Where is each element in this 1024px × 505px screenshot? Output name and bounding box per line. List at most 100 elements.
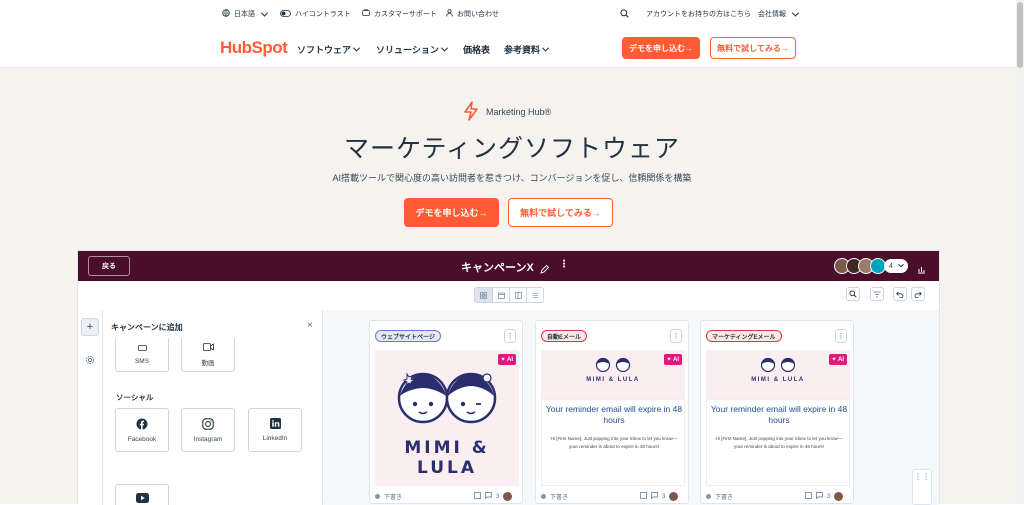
nav-demo-button[interactable]: デモを申し込む→ [622, 37, 700, 59]
status-dot [541, 494, 546, 499]
content-card-website[interactable]: ウェブサイトページ ⋮ ✦ AI MIMI & LULA 下書き 3 [369, 320, 523, 504]
avatar-count-menu[interactable]: 4 [884, 259, 908, 273]
comment-icon[interactable] [485, 492, 492, 501]
marketing-hub-icon [462, 101, 480, 126]
chevron-down-icon [440, 44, 448, 52]
search-button[interactable] [846, 287, 860, 301]
content-type-tag: 自動Eメール [541, 330, 588, 342]
redo-icon [914, 291, 922, 298]
more-icon[interactable]: ⋮ [504, 329, 516, 343]
calendar-view-icon[interactable] [492, 288, 509, 302]
sms-option[interactable]: SMS [115, 338, 169, 372]
more-icon[interactable]: ⋮ [835, 329, 847, 343]
content-card-marketing-email[interactable]: マーケティングEメール ⋮ ✦ AI MIMI & LULA Your remi… [700, 320, 854, 504]
back-button[interactable]: 戻る [88, 256, 130, 276]
nav-pricing[interactable]: 価格表 [463, 43, 490, 56]
instagram-icon [202, 417, 214, 432]
edit-icon[interactable] [640, 492, 647, 501]
email-body: Hi [First Name], Just popping into your … [550, 436, 678, 449]
campaign-title: キャンペーンX [461, 262, 534, 274]
email-preview: Your reminder email will expire in 48 ho… [541, 399, 685, 486]
card-meta: 3 [805, 492, 844, 501]
linkedin-label: LinkedIn [262, 435, 288, 442]
company-label: 会社情報 [758, 11, 786, 18]
search-button[interactable] [620, 9, 629, 20]
edit-icon[interactable] [474, 492, 481, 501]
chevron-down-icon [352, 44, 361, 52]
avatar [834, 492, 844, 501]
edit-icon[interactable] [540, 261, 550, 279]
search-icon [849, 290, 857, 298]
avatar [669, 492, 679, 501]
facebook-label: Facebook [127, 435, 157, 443]
content-type-tag: ウェブサイトページ [375, 330, 441, 342]
email-thumbnail: MIMI & LULA Your reminder email will exp… [541, 350, 685, 486]
redo-button[interactable] [911, 287, 925, 301]
avatar [503, 492, 513, 501]
content-card-automated-email[interactable]: 自動Eメール ⋮ ✦ AI MIMI & LULA Your reminder … [535, 320, 689, 504]
high-contrast-toggle[interactable]: ハイコントラスト [280, 9, 351, 19]
hero-demo-button[interactable]: デモを申し込む→ [404, 198, 499, 227]
nav-solutions[interactable]: ソリューション [376, 43, 448, 56]
hero-trial-button[interactable]: 無料で試してみる→ [508, 198, 613, 227]
comment-icon[interactable] [651, 492, 658, 501]
panel-title: キャンペーンに追加 [111, 323, 183, 332]
nav-software-label: ソフトウェア [297, 45, 352, 55]
content-type-tag: マーケティングEメール [706, 330, 782, 342]
edit-icon[interactable] [805, 492, 812, 501]
email-title: Your reminder email will expire in 48 ho… [545, 404, 683, 425]
undo-button[interactable] [893, 287, 907, 301]
facebook-icon [136, 418, 148, 432]
hubspot-logo[interactable]: HubSpot [220, 38, 288, 58]
hero-title: マーケティングソフトウェア [343, 135, 680, 163]
support-icon [362, 9, 370, 19]
more-icon[interactable]: ⋮ [670, 329, 682, 343]
search-icon [620, 9, 629, 20]
linkedin-option[interactable]: LinkedIn [248, 408, 302, 452]
page-scrollbar[interactable] [1016, 0, 1024, 504]
instagram-option[interactable]: Instagram [181, 408, 235, 452]
card-footer: 下書き [706, 492, 733, 501]
app-header: 戻る キャンペーンX ⋮ 4 [78, 251, 939, 281]
facebook-option[interactable]: Facebook [115, 408, 169, 452]
nav-resources[interactable]: 参考資料 [504, 43, 550, 56]
grid-view-icon[interactable] [475, 288, 492, 302]
chart-icon[interactable] [917, 261, 926, 279]
list-view-icon[interactable] [526, 288, 543, 302]
nav-trial-button[interactable]: 無料で試してみる→ [710, 37, 796, 59]
support-label: カスタマーサポート [374, 11, 437, 18]
more-icon[interactable]: ⋮ [559, 259, 569, 270]
main-navigation: HubSpot ソフトウェア ソリューション 価格表 参考資料 デモを申し込む→… [0, 28, 1024, 68]
gear-icon[interactable] [85, 352, 95, 370]
video-option[interactable]: 動画 [181, 338, 235, 372]
board-view-icon[interactable] [509, 288, 526, 302]
video-label: 動画 [201, 359, 215, 367]
contact-link[interactable]: お問い合わせ [446, 9, 499, 19]
mimi-lula-faces-icon [760, 357, 796, 373]
nav-software[interactable]: ソフトウェア [297, 43, 361, 56]
comment-count: 3 [496, 493, 500, 500]
zoom-controls[interactable]: ⋮⋮ [912, 469, 932, 505]
language-selector[interactable]: 日本語 [222, 9, 269, 19]
nav-solutions-label: ソリューション [376, 45, 439, 55]
account-login-link[interactable]: アカウントをお持ちの方はこちら [646, 9, 751, 19]
ai-badge: ✦ AI [663, 354, 682, 365]
left-rail: + [78, 310, 103, 505]
company-info-menu[interactable]: 会社情報 [758, 9, 800, 19]
close-icon[interactable]: × [307, 320, 313, 331]
product-name: Marketing Hub® [486, 107, 552, 117]
add-icon[interactable]: + [81, 318, 99, 336]
scrollbar-thumb[interactable] [1017, 2, 1023, 68]
linkedin-icon [269, 418, 281, 431]
chevron-down-icon [541, 44, 550, 52]
customer-support-link[interactable]: カスタマーサポート [362, 9, 437, 19]
comment-icon[interactable] [816, 492, 823, 501]
chevron-down-icon [898, 261, 904, 268]
website-thumbnail: MIMI & LULA [375, 350, 519, 486]
youtube-option[interactable] [115, 484, 169, 505]
video-icon [202, 342, 214, 353]
filter-button[interactable] [870, 287, 884, 301]
add-to-campaign-panel: キャンペーンに追加 × SMS 動画 ソーシャル Facebook Instag… [103, 310, 323, 505]
mimi-lula-faces-icon [397, 372, 497, 424]
sms-label: SMS [134, 357, 150, 365]
